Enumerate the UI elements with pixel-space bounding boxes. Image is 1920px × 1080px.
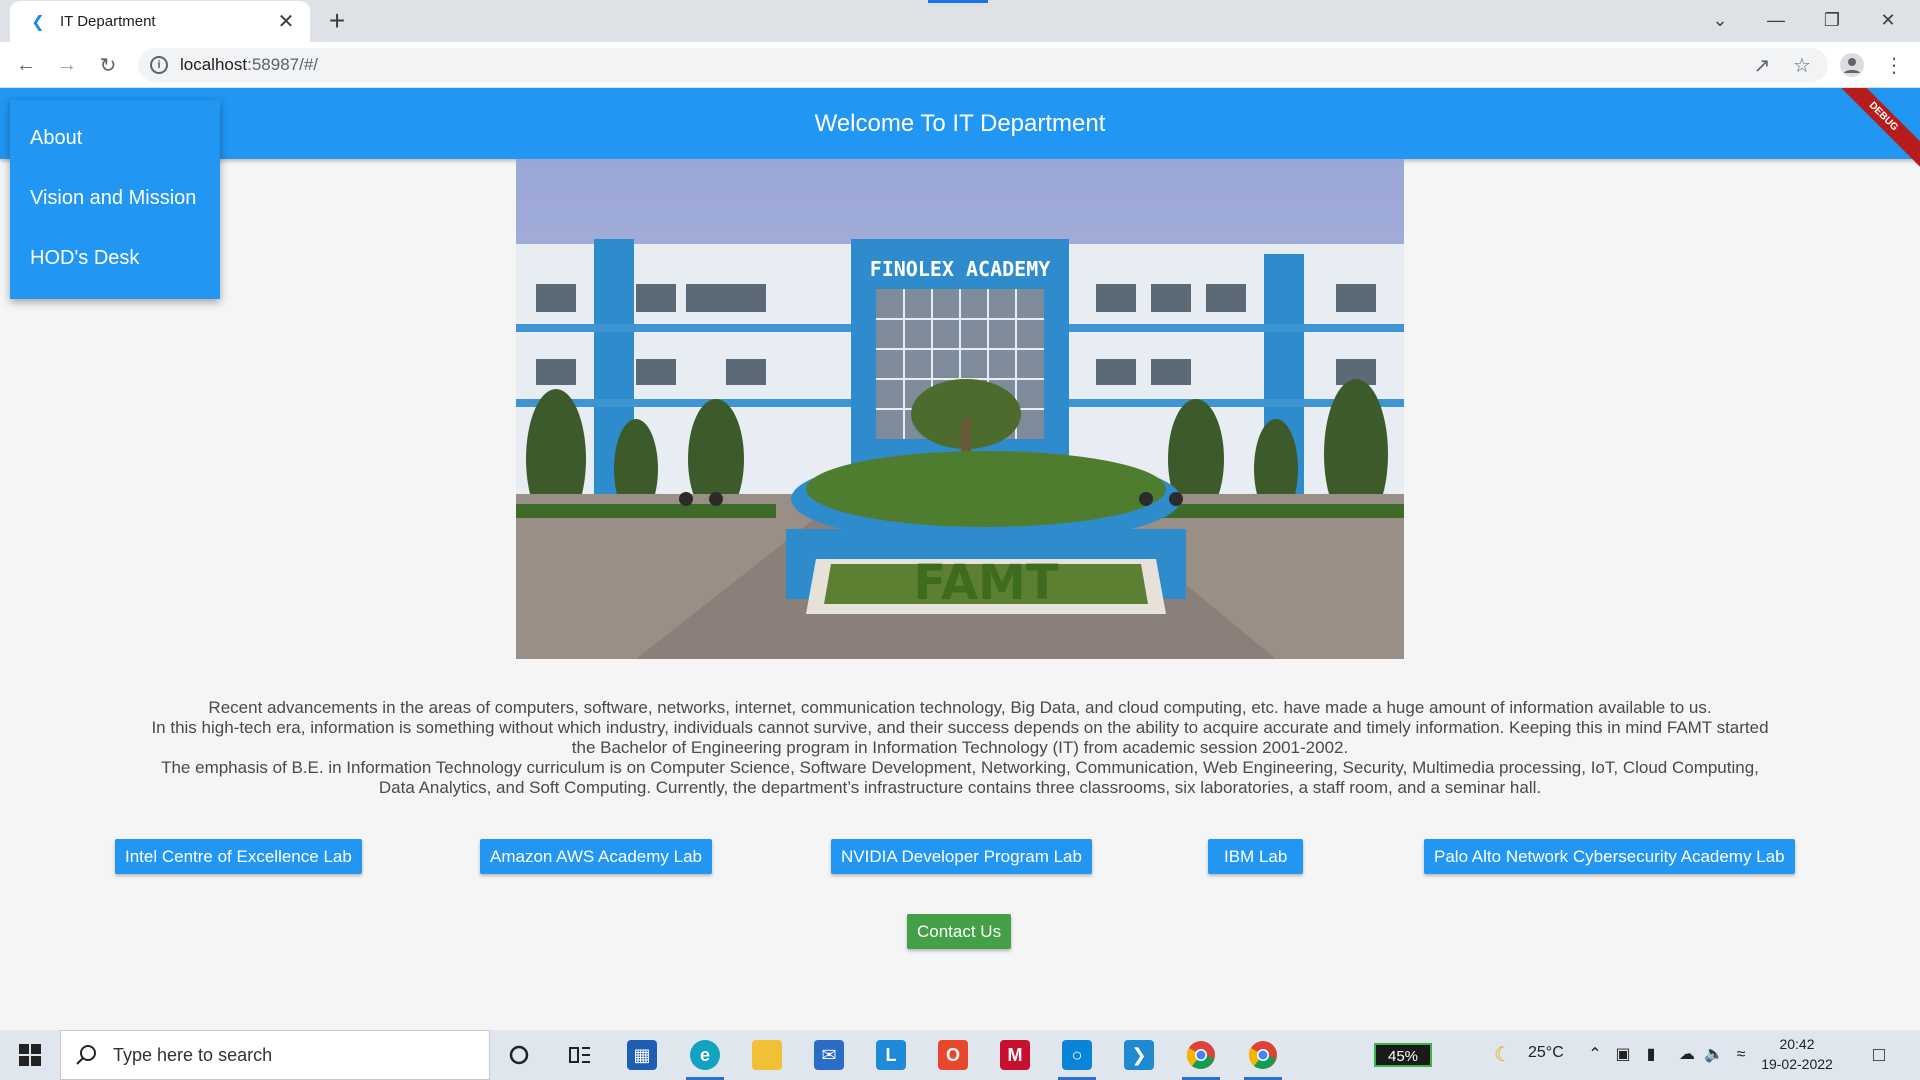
menu-item-hods-desk[interactable]: HOD's Desk	[10, 228, 220, 288]
close-tab-icon[interactable]: ✕	[274, 9, 298, 34]
url-text: localhost:58987/#/	[180, 55, 318, 75]
chrome-icon[interactable]	[1234, 1030, 1292, 1080]
app-bar: Welcome To IT Department DEBUG	[0, 88, 1920, 177]
mail-icon[interactable]: ✉	[800, 1030, 858, 1080]
volume-icon[interactable]: 🔈	[1703, 1044, 1725, 1066]
chevron-up-icon[interactable]: ⌃	[1584, 1044, 1606, 1066]
new-tab-button[interactable]: +	[322, 6, 352, 36]
moon-weather-icon[interactable]: ☾	[1492, 1044, 1514, 1066]
notification-icon[interactable]: □	[1868, 1044, 1890, 1066]
clock-date: 19-02-2022	[1761, 1056, 1833, 1072]
reload-icon[interactable]: ↻	[92, 49, 124, 81]
palo-alto-lab-button[interactable]: Palo Alto Network Cybersecurity Academy …	[1424, 839, 1795, 874]
forward-arrow-icon[interactable]: →	[51, 49, 83, 81]
description-line: Recent advancements in the areas of comp…	[208, 698, 1712, 717]
clock-time: 20:42	[1779, 1036, 1815, 1052]
page-title: Welcome To IT Department	[814, 110, 1106, 137]
search-icon	[76, 1045, 96, 1065]
url-path: :58987/#/	[247, 55, 319, 74]
department-description: Recent advancements in the areas of comp…	[100, 698, 1820, 798]
browser-tab[interactable]: ❮ IT Department ✕	[10, 1, 310, 42]
tab-search-icon[interactable]: ⌄	[1692, 0, 1748, 40]
microsoft-store-icon[interactable]: ▦	[613, 1030, 671, 1080]
ibm-lab-button[interactable]: IBM Lab	[1208, 839, 1304, 874]
edge-icon[interactable]: e	[676, 1030, 734, 1080]
restore-button[interactable]: ❐	[1804, 0, 1860, 40]
profile-avatar-icon[interactable]	[1836, 49, 1868, 81]
campus-photo: FINOLEX ACADEMY FAMT	[516, 159, 1404, 659]
menu-item-about[interactable]: About	[10, 108, 220, 168]
share-icon[interactable]: ↗	[1746, 49, 1778, 81]
windows-start-button[interactable]	[0, 1030, 60, 1080]
aws-lab-button[interactable]: Amazon AWS Academy Lab	[480, 839, 712, 874]
menu-item-vision-mission[interactable]: Vision and Mission	[10, 168, 220, 228]
site-info-icon[interactable]: i	[150, 56, 168, 74]
defender-icon[interactable]: ▣	[1612, 1044, 1634, 1066]
close-window-button[interactable]: ✕	[1860, 0, 1916, 40]
cortana-icon[interactable]	[490, 1030, 548, 1080]
browser-menu-icon[interactable]: ⋮	[1878, 49, 1910, 81]
flutter-favicon-icon: ❮	[31, 13, 45, 31]
temperature-text[interactable]: 25°C	[1528, 1044, 1564, 1062]
url-host: localhost	[180, 55, 248, 74]
description-line: In this high-tech era, information is so…	[151, 718, 1769, 737]
browser-tab-strip: ❮ IT Department ✕ + ⌄ — ❐ ✕	[0, 0, 1920, 42]
description-line: the Bachelor of Engineering program in I…	[571, 738, 1349, 757]
hero-hedge-text: FAMT	[914, 555, 1059, 611]
file-explorer-icon[interactable]	[738, 1030, 796, 1080]
app-blue-icon[interactable]: ○	[1048, 1030, 1106, 1080]
search-placeholder: Type here to search	[113, 1044, 273, 1065]
task-view-icon[interactable]	[551, 1030, 609, 1080]
description-line: The emphasis of B.E. in Information Tech…	[161, 758, 1759, 777]
description-line: Data Analytics, and Soft Computing. Curr…	[378, 778, 1542, 797]
chrome-icon[interactable]	[1172, 1030, 1230, 1080]
tab-drag-indicator	[928, 0, 988, 3]
mcafee-icon[interactable]: M	[986, 1030, 1044, 1080]
minimize-button[interactable]: —	[1748, 0, 1804, 40]
hero-sign-text: FINOLEX ACADEMY	[870, 257, 1051, 281]
nvidia-lab-button[interactable]: NVIDIA Developer Program Lab	[831, 839, 1092, 874]
popup-menu: About Vision and Mission HOD's Desk	[10, 100, 220, 299]
battery-widget[interactable]: 45%	[1374, 1043, 1432, 1067]
contact-us-button[interactable]: Contact Us	[907, 914, 1012, 949]
battery-icon[interactable]: ▮	[1640, 1044, 1662, 1066]
tab-title: IT Department	[60, 13, 156, 30]
app-viewport: Welcome To IT Department DEBUG About Vis…	[0, 88, 1920, 1030]
taskbar-search-box[interactable]: Type here to search	[60, 1030, 490, 1080]
back-arrow-icon[interactable]: ←	[10, 49, 42, 81]
windows-taskbar: Type here to search ▦ e ✉ L O M ○ ❯ 45% …	[0, 1030, 1920, 1080]
browser-toolbar: ← → ↻ i localhost:58987/#/ ↗ ☆ ⋮	[0, 42, 1920, 88]
bookmark-star-icon[interactable]: ☆	[1786, 49, 1818, 81]
launcher-l-icon[interactable]: L	[862, 1030, 920, 1080]
wifi-icon[interactable]: ≈	[1730, 1044, 1752, 1066]
intel-lab-button[interactable]: Intel Centre of Excellence Lab	[115, 839, 362, 874]
windows-logo-icon	[19, 1044, 41, 1066]
office-icon[interactable]: O	[924, 1030, 982, 1080]
onedrive-cloud-icon[interactable]: ☁	[1676, 1044, 1698, 1066]
system-clock[interactable]: 20:42 19-02-2022	[1752, 1034, 1842, 1074]
vscode-icon[interactable]: ❯	[1110, 1030, 1168, 1080]
address-bar[interactable]: i localhost:58987/#/	[138, 48, 1828, 82]
